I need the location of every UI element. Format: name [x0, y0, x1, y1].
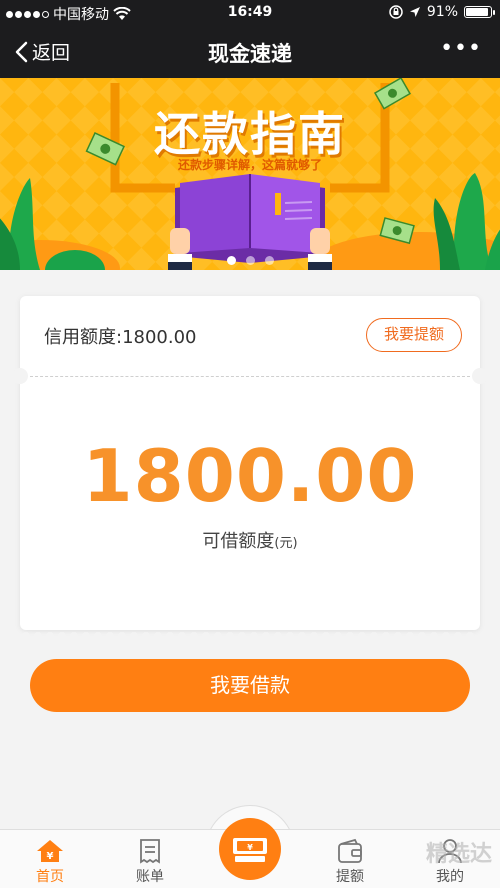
more-button[interactable]: •••: [440, 36, 482, 61]
tab-home[interactable]: ¥ 首页: [5, 830, 95, 888]
status-bar: 中国移动 16:49 91%: [0, 0, 500, 26]
tab-raise-label: 提额: [336, 869, 364, 885]
tab-bill-label: 账单: [136, 869, 164, 885]
battery-percent: 91%: [426, 4, 458, 20]
location-arrow-icon: [409, 7, 420, 17]
banner-title: 还款指南: [154, 107, 346, 161]
rotation-lock-icon: [389, 5, 403, 19]
battery-icon: [464, 6, 495, 18]
nav-bar: 返回 现金速递 •••: [0, 26, 500, 78]
chevron-left-icon: [15, 41, 28, 62]
svg-text:¥: ¥: [47, 851, 54, 862]
banner-pager-dot[interactable]: [264, 256, 274, 265]
amount-unit: (元): [274, 536, 298, 551]
amount-label-text: 可借额度: [202, 531, 275, 552]
home-yen-icon: ¥: [37, 840, 63, 862]
borrow-button[interactable]: 我要借款: [30, 659, 470, 712]
raise-limit-button[interactable]: 我要提额: [366, 318, 462, 352]
scalloped-edge: [22, 632, 474, 636]
tab-mine-label: 我的: [436, 869, 464, 885]
banner[interactable]: 还款指南 还款步骤详解，这篇就够了: [0, 78, 500, 270]
cash-icon: ¥: [233, 838, 267, 862]
dashed-divider: [30, 376, 470, 377]
ticket-notch-right: [472, 368, 488, 384]
banner-subtitle: 还款步骤详解，这篇就够了: [177, 158, 322, 172]
svg-text:¥: ¥: [247, 843, 253, 852]
status-bar-right: 91%: [389, 4, 495, 20]
banner-pager: [0, 256, 500, 265]
watermark: 精选达: [425, 842, 492, 867]
tab-raise[interactable]: 提额: [305, 830, 395, 888]
center-cash-button[interactable]: ¥: [219, 818, 281, 880]
credit-card: 信用额度:1800.00 我要提额 1800.00 可借额度(元): [12, 296, 488, 636]
credit-limit-label: 信用额度:1800.00: [44, 327, 197, 348]
banner-pager-dot[interactable]: [226, 256, 236, 265]
bill-icon: [140, 839, 160, 864]
wallet-icon: [338, 838, 362, 863]
available-amount: 1800.00: [82, 434, 418, 518]
page-title: 现金速递: [208, 42, 292, 66]
ticket-notch-left: [12, 368, 28, 384]
banner-pager-dot[interactable]: [245, 256, 255, 265]
back-label: 返回: [32, 42, 71, 64]
available-amount-label: 可借额度(元): [20, 527, 480, 553]
tab-bill[interactable]: 账单: [105, 830, 195, 888]
back-button[interactable]: 返回: [14, 38, 70, 65]
tab-home-label: 首页: [36, 869, 64, 885]
